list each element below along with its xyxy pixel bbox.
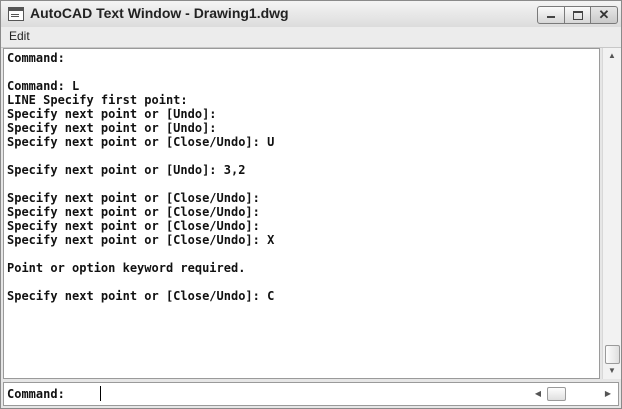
window-controls: ✕ [537,6,618,24]
vertical-scrollbar[interactable]: ▲ ▼ [602,48,621,379]
autocad-text-window: AutoCAD Text Window - Drawing1.dwg ✕ Edi… [0,0,622,409]
window-title: AutoCAD Text Window - Drawing1.dwg [30,5,289,21]
scroll-down-icon[interactable]: ▼ [603,363,621,379]
text-window-icon [8,7,24,21]
scroll-up-icon[interactable]: ▲ [603,48,621,64]
minimize-icon [547,16,555,18]
history-line: Specify next point or [Undo]: 3,2 [7,163,246,177]
vertical-scroll-thumb[interactable] [605,345,620,364]
close-button[interactable]: ✕ [590,6,618,24]
history-line: Specify next point or [Close/Undo]: U [7,135,275,149]
command-history[interactable]: Command: Command: L LINE Specify first poi… [3,48,600,379]
history-line: Specify next point or [Close/Undo]: [7,191,260,205]
history-line: Specify next point or [Close/Undo]: [7,219,260,233]
horizontal-scrollbar[interactable]: ◀ ▶ [531,385,615,403]
history-line: Command: L [7,79,80,93]
history-lines: Command: Command: L LINE Specify first poi… [7,51,274,303]
history-line: Specify next point or [Close/Undo]: C [7,289,275,303]
history-line: Specify next point or [Close/Undo]: [7,205,260,219]
history-line [7,65,274,79]
history-line [7,247,274,261]
command-line[interactable]: Command: ◀ ▶ [3,382,619,406]
history-line [7,149,274,163]
scroll-right-icon[interactable]: ▶ [601,385,615,403]
minimize-button[interactable] [537,6,565,24]
maximize-icon [573,11,583,20]
history-line: Specify next point or [Close/Undo]: X [7,233,275,247]
close-icon: ✕ [598,7,610,22]
history-line [7,275,274,289]
history-line: Command: [7,51,65,65]
history-line [7,177,274,191]
command-prompt: Command: [7,387,65,401]
scroll-left-icon[interactable]: ◀ [531,385,545,403]
menu-item-edit[interactable]: Edit [9,29,30,43]
maximize-button[interactable] [564,6,591,24]
text-cursor [100,386,101,401]
history-line: Specify next point or [Undo]: [7,121,217,135]
history-line: Point or option keyword required. [7,261,246,275]
menu-bar: Edit [1,27,621,48]
horizontal-scroll-thumb[interactable] [547,387,566,401]
title-bar[interactable]: AutoCAD Text Window - Drawing1.dwg ✕ [1,1,621,27]
history-line: Specify next point or [Undo]: [7,107,217,121]
history-line: LINE Specify first point: [7,93,188,107]
